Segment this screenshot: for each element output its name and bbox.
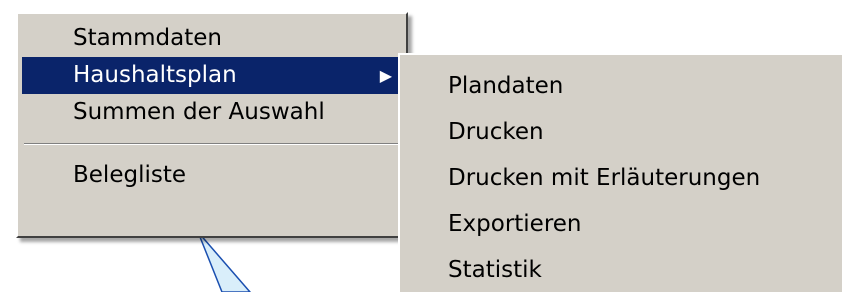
menu-item-label: Drucken [448,119,544,145]
menu-item-label: Exportieren [448,211,582,237]
menu-item-label: Belegliste [73,162,187,188]
menu-item-summen-der-auswahl[interactable]: Summen der Auswahl [22,94,402,131]
menu-item-stammdaten[interactable]: Stammdaten [22,20,402,57]
screen: Stammdaten Haushaltsplan ▶ Summen der Au… [0,0,843,292]
submenu-item-drucken[interactable]: Drucken [400,109,842,155]
submenu-haushaltsplan: Plandaten Drucken Drucken mit Erläuterun… [398,53,842,292]
menu-item-label: Statistik [448,257,542,283]
menu-item-label: Haushaltsplan [73,62,237,88]
menu-item-label: Summen der Auswahl [73,99,325,125]
menu-separator [24,143,400,145]
menu-item-belegliste[interactable]: Belegliste [22,157,402,194]
submenu-item-exportieren[interactable]: Exportieren [400,201,842,247]
menu-item-label: Drucken mit Erläuterungen [448,165,761,191]
menu-item-haushaltsplan[interactable]: Haushaltsplan ▶ [22,57,402,94]
menu-item-label: Stammdaten [73,25,222,51]
callout-tail-shape [197,231,251,292]
menu-item-label: Plandaten [448,73,564,99]
submenu-item-plandaten[interactable]: Plandaten [400,63,842,109]
context-menu: Stammdaten Haushaltsplan ▶ Summen der Au… [16,12,408,238]
submenu-arrow-icon: ▶ [379,66,392,85]
submenu-item-statistik[interactable]: Statistik [400,247,842,292]
submenu-item-drucken-mit-erlaeuterungen[interactable]: Drucken mit Erläuterungen [400,155,842,201]
